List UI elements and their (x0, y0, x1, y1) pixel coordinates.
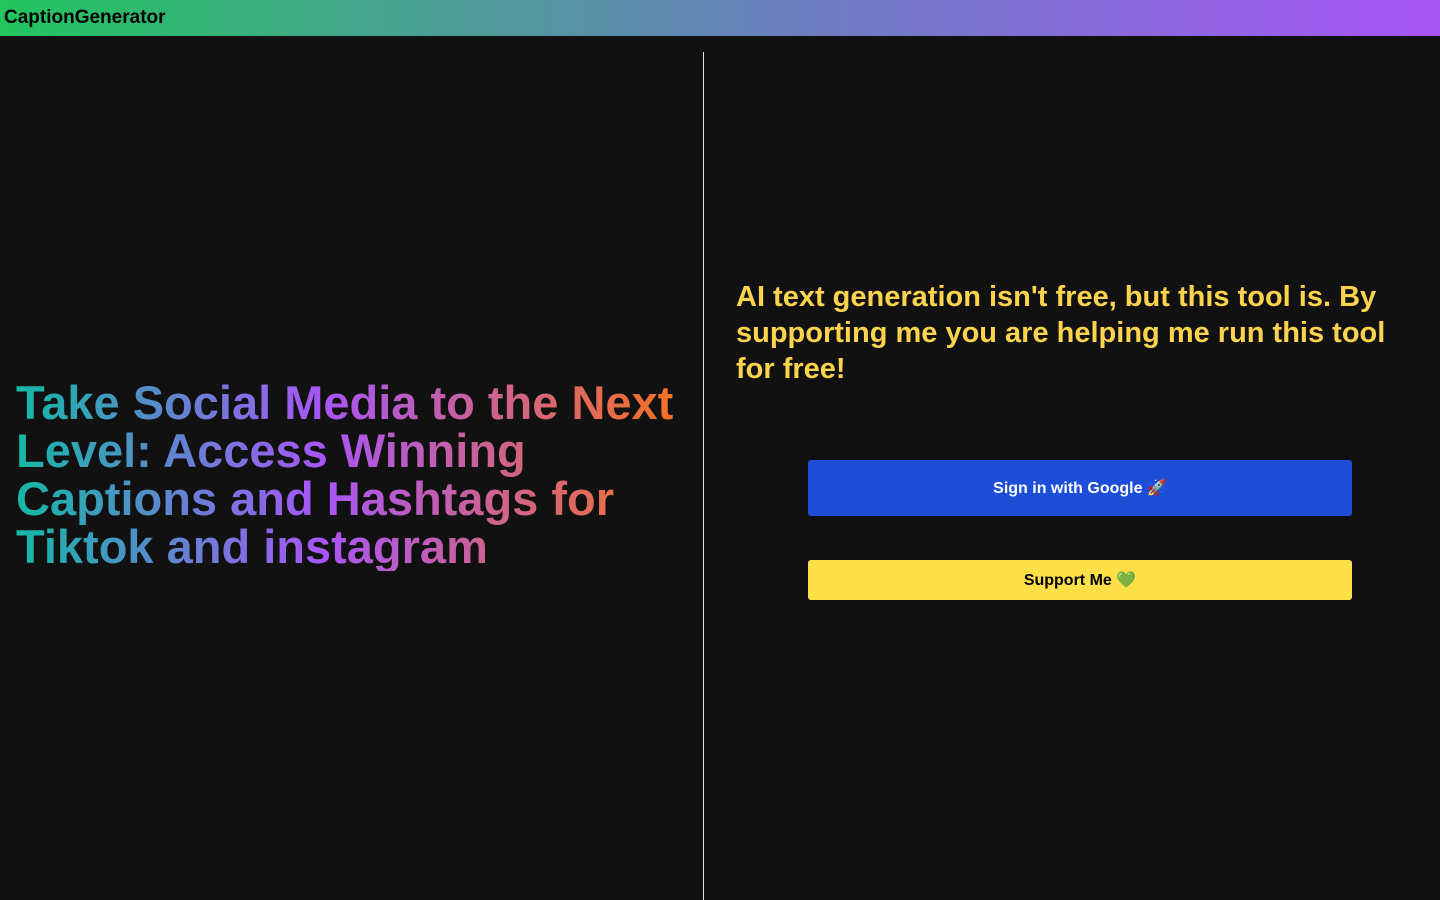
sign-in-google-button[interactable]: Sign in with Google 🚀 (808, 460, 1352, 516)
brand-logo-text[interactable]: CaptionGenerator (4, 7, 166, 29)
top-navbar: CaptionGenerator (0, 0, 1440, 36)
signin-section: AI text generation isn't free, but this … (704, 36, 1440, 900)
hero-headline: Take Social Media to the Next Level: Acc… (16, 379, 696, 571)
hero-section: Take Social Media to the Next Level: Acc… (0, 36, 703, 900)
support-message: AI text generation isn't free, but this … (736, 281, 1386, 385)
support-me-button[interactable]: Support Me 💚 (808, 560, 1352, 600)
